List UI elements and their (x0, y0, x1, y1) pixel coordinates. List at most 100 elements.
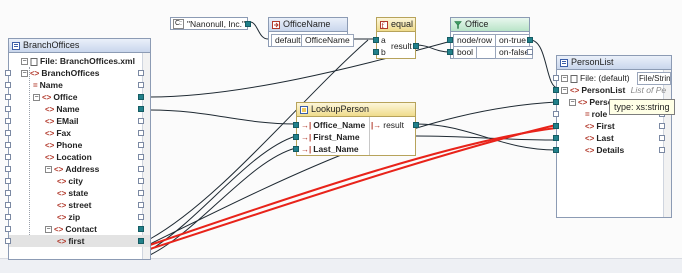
left-pin[interactable] (553, 135, 559, 141)
person-list-component[interactable]: PersonList −File: (default) File/String … (553, 55, 672, 218)
branch-offices-item[interactable]: − <> Contact (5, 223, 150, 235)
equal-result-pin[interactable] (413, 43, 419, 49)
person-list-pin[interactable] (553, 87, 559, 93)
branch-offices-item[interactable]: <> Name (5, 103, 150, 115)
right-pin[interactable] (138, 166, 144, 172)
person-list-item[interactable]: <> Last (553, 132, 671, 144)
right-pin[interactable] (138, 238, 144, 244)
lookup-input-pin[interactable] (293, 122, 299, 128)
lookup-person-header[interactable]: LookupPerson (297, 103, 415, 117)
default-input[interactable]: default (271, 34, 305, 47)
person-list-header[interactable]: PersonList (557, 56, 671, 70)
equal-result-row[interactable]: result (391, 40, 419, 52)
equal-b-pin[interactable] (373, 49, 379, 55)
lookup-input-pin[interactable] (293, 134, 299, 140)
right-pin[interactable] (659, 147, 665, 153)
right-pin[interactable] (138, 154, 144, 160)
constant-output-pin[interactable] (245, 21, 251, 27)
collapse-icon[interactable]: − (21, 70, 28, 78)
equal-component[interactable]: f equal a b result (373, 17, 419, 59)
left-pin[interactable] (5, 202, 11, 208)
left-pin[interactable] (5, 214, 11, 220)
collapse-icon[interactable]: − (561, 87, 568, 95)
left-pin[interactable] (5, 166, 11, 172)
branch-offices-component[interactable]: BranchOffices − File: BranchOffices.xml −… (5, 38, 151, 260)
left-pin[interactable] (5, 142, 11, 148)
left-pin[interactable] (5, 70, 11, 76)
left-pin[interactable] (5, 106, 11, 112)
right-pin[interactable] (138, 178, 144, 184)
constant-component[interactable]: C: "Nanonull, Inc." (170, 17, 251, 30)
collapse-icon[interactable]: − (569, 99, 576, 107)
left-pin[interactable] (5, 178, 11, 184)
right-pin[interactable] (138, 226, 144, 232)
office-filter-component[interactable]: Office node/row on-true bool on-false (447, 17, 534, 59)
person-list-item[interactable]: <> First (553, 120, 671, 132)
person-file-row[interactable]: −File: (default) File/String (553, 72, 671, 85)
branch-offices-item[interactable]: <> EMail (5, 115, 150, 127)
office-filter-header[interactable]: Office (451, 18, 529, 32)
left-pin[interactable] (553, 147, 559, 153)
right-pin[interactable] (138, 130, 144, 136)
left-pin[interactable] (5, 238, 11, 244)
lookup-person-component[interactable]: LookupPerson |→ result →| Office_Name →| Fir… (293, 102, 419, 156)
branch-offices-item[interactable]: <> Phone (5, 139, 150, 151)
left-pin[interactable] (5, 94, 11, 100)
officename-component[interactable]: OfficeName default OfficeName (268, 17, 354, 47)
lookup-input-row[interactable]: →| First_Name (293, 131, 415, 143)
collapse-icon[interactable]: − (45, 166, 52, 174)
right-pin[interactable] (138, 106, 144, 112)
branch-offices-header[interactable]: BranchOffices (9, 39, 150, 53)
branch-offices-item[interactable]: <> Fax (5, 127, 150, 139)
right-pin[interactable] (138, 202, 144, 208)
collapse-icon[interactable]: − (21, 58, 28, 66)
left-pin[interactable] (5, 226, 11, 232)
left-pin[interactable] (5, 190, 11, 196)
left-pin[interactable] (553, 123, 559, 129)
equal-a-pin[interactable] (373, 37, 379, 43)
on-false-pin[interactable] (527, 49, 533, 55)
branch-offices-item[interactable]: <> city (5, 175, 150, 187)
bool-input[interactable]: bool (453, 46, 478, 59)
left-pin[interactable] (553, 111, 559, 117)
left-pin[interactable] (5, 118, 11, 124)
branch-offices-item[interactable]: − <> Office (5, 91, 150, 103)
collapse-icon[interactable]: − (45, 226, 52, 234)
lookup-input-row[interactable]: →| Office_Name (293, 119, 415, 131)
officename-header[interactable]: OfficeName (269, 18, 347, 32)
officename-value[interactable]: OfficeName (301, 34, 354, 47)
left-pin[interactable] (553, 99, 559, 105)
person-file-pin[interactable] (553, 75, 559, 81)
person-list-row[interactable]: − <> PersonList List of Pe (553, 84, 671, 96)
right-pin[interactable] (138, 70, 144, 76)
branch-offices-item[interactable]: <> state (5, 187, 150, 199)
right-pin[interactable] (659, 135, 665, 141)
right-pin[interactable] (138, 82, 144, 88)
right-pin[interactable] (138, 214, 144, 220)
branch-offices-item[interactable]: <> Location (5, 151, 150, 163)
branch-offices-item[interactable]: <> street (5, 199, 150, 211)
file-row[interactable]: − File: BranchOffices.xml (9, 55, 150, 67)
collapse-icon[interactable]: − (561, 75, 568, 83)
right-pin[interactable] (138, 142, 144, 148)
lookup-input-row[interactable]: →| Last_Name (293, 143, 415, 155)
branch-offices-item[interactable]: − <> Address (5, 163, 150, 175)
item-label: city (68, 176, 83, 186)
person-list-item[interactable]: <> Details (553, 144, 671, 156)
right-pin[interactable] (138, 190, 144, 196)
element-icon: <> (57, 213, 67, 222)
right-pin[interactable] (138, 118, 144, 124)
branch-offices-item[interactable]: = Name (5, 79, 150, 91)
equal-header[interactable]: f equal (377, 18, 415, 32)
left-pin[interactable] (5, 130, 11, 136)
collapse-icon[interactable]: − (33, 94, 40, 102)
branch-offices-item[interactable]: <> zip (5, 211, 150, 223)
branch-offices-item[interactable]: − <> BranchOffices (5, 67, 150, 79)
lookup-input-pin[interactable] (293, 146, 299, 152)
right-pin[interactable] (138, 94, 144, 100)
left-pin[interactable] (5, 154, 11, 160)
on-true-pin[interactable] (527, 37, 533, 43)
branch-offices-item[interactable]: <> first (5, 235, 150, 247)
left-pin[interactable] (5, 82, 11, 88)
right-pin[interactable] (659, 123, 665, 129)
